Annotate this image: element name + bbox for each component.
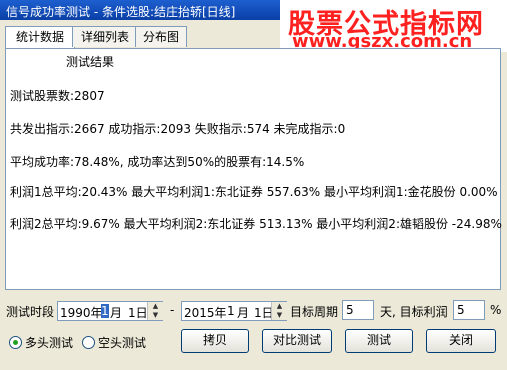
target-period-label: 目标周期 bbox=[290, 305, 339, 319]
spin-up-icon[interactable]: ▲ bbox=[148, 302, 163, 311]
stock-count: 测试股票数:2807 bbox=[10, 89, 105, 103]
short-test-radio[interactable] bbox=[82, 336, 95, 349]
target-profit-value[interactable]: 5 bbox=[457, 303, 465, 317]
target-period-field[interactable]: 5 bbox=[342, 300, 374, 320]
start-month-unit: 月 bbox=[110, 306, 123, 320]
compare-test-button[interactable]: 对比测试 bbox=[262, 329, 332, 353]
profit1-summary: 利润1总平均:20.43% 最大平均利润1:东北证券 557.63% 最小平均利… bbox=[10, 185, 498, 199]
period-label: 测试时段 bbox=[6, 305, 55, 319]
date-separator: - bbox=[170, 303, 175, 317]
long-test-label[interactable]: 多头测试 bbox=[25, 334, 73, 351]
percent-label: % bbox=[490, 303, 502, 317]
tab-detail-list[interactable]: 详细列表 bbox=[72, 26, 138, 47]
window-title: 信号成功率测试 - 条件选股:结庄抬轿[日线] bbox=[6, 5, 236, 19]
watermark-logo: 股票公式指标网 www.gszx.com.cn bbox=[280, 0, 507, 52]
tab-statistics[interactable]: 统计数据 bbox=[5, 26, 75, 49]
spin-up-icon[interactable]: ▲ bbox=[272, 302, 287, 311]
end-year[interactable]: 2015年 bbox=[184, 304, 227, 321]
end-date-spinner[interactable]: ▲ ▼ bbox=[271, 302, 287, 320]
end-date-picker[interactable]: 2015年 1 月 1日 ▲ ▼ bbox=[181, 301, 287, 321]
spin-down-icon[interactable]: ▼ bbox=[272, 311, 287, 320]
target-period-value[interactable]: 5 bbox=[346, 303, 354, 317]
long-test-radio[interactable] bbox=[9, 336, 22, 349]
start-date-spinner[interactable]: ▲ ▼ bbox=[147, 302, 163, 320]
short-test-label[interactable]: 空头测试 bbox=[98, 334, 146, 351]
results-heading: 测试结果 bbox=[66, 55, 115, 69]
start-day[interactable]: 1日 bbox=[128, 304, 148, 321]
start-year[interactable]: 1990年 bbox=[60, 304, 103, 321]
target-profit-field[interactable]: 5 bbox=[453, 300, 485, 320]
close-button[interactable]: 关闭 bbox=[426, 329, 496, 353]
spin-down-icon[interactable]: ▼ bbox=[148, 311, 163, 320]
tab-distribution[interactable]: 分布图 bbox=[135, 26, 187, 47]
start-month[interactable]: 1 bbox=[101, 304, 109, 318]
profit2-summary: 利润2总平均:9.67% 最大平均利润2:东北证券 513.13% 最小平均利润… bbox=[10, 217, 502, 231]
signal-summary: 共发出指示:2667 成功指示:2093 失败指示:574 未完成指示:0 bbox=[10, 122, 346, 136]
end-month-unit: 月 bbox=[237, 306, 250, 320]
success-rate: 平均成功率:78.48%, 成功率达到50%的股票有:14.5% bbox=[10, 155, 305, 169]
results-panel: 测试结果 测试股票数:2807 共发出指示:2667 成功指示:2093 失败指… bbox=[5, 48, 502, 290]
end-month[interactable]: 1 bbox=[227, 304, 235, 318]
start-date-picker[interactable]: 1990年 1 月 1日 ▲ ▼ bbox=[57, 301, 163, 321]
test-button[interactable]: 测试 bbox=[345, 329, 413, 353]
copy-button[interactable]: 拷贝 bbox=[181, 329, 249, 353]
day-unit-label: 天, 目标利润 bbox=[380, 305, 448, 319]
